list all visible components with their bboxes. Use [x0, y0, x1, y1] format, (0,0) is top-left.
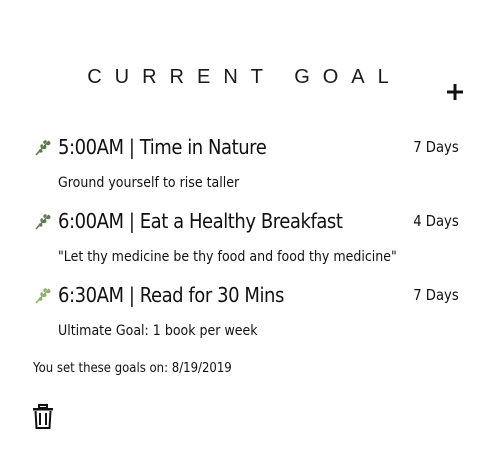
leaf-icon: [35, 140, 51, 156]
page-title: CURRENT GOAL: [87, 66, 402, 88]
trash-icon: [33, 404, 53, 429]
goal-subtitle: Ground yourself to rise taller: [58, 175, 240, 191]
goal-subtitle: Ultimate Goal: 1 book per week: [58, 323, 258, 339]
leaf-icon: [35, 288, 51, 304]
goals-set-date: You set these goals on: 8/19/2019: [33, 361, 232, 376]
goal-subtitle: "Let thy medicine be thy food and food t…: [58, 249, 397, 265]
goal-days: 4 Days: [413, 212, 459, 230]
goal-title: 6:30AM | Read for 30 Mins: [58, 283, 284, 307]
goal-item[interactable]: 5:00AM | Time in Nature 7 Days Ground yo…: [33, 133, 463, 191]
plus-icon: [447, 84, 463, 100]
goal-days: 7 Days: [413, 138, 459, 156]
goal-title: 5:00AM | Time in Nature: [58, 135, 267, 159]
goal-title: 6:00AM | Eat a Healthy Breakfast: [58, 209, 343, 233]
goal-item[interactable]: 6:00AM | Eat a Healthy Breakfast 4 Days …: [33, 207, 463, 265]
delete-goals-button[interactable]: [32, 404, 54, 430]
goal-days: 7 Days: [413, 286, 459, 304]
leaf-icon: [35, 214, 51, 230]
add-goal-button[interactable]: [446, 83, 464, 101]
goal-item[interactable]: 6:30AM | Read for 30 Mins 7 Days Ultimat…: [33, 281, 463, 339]
